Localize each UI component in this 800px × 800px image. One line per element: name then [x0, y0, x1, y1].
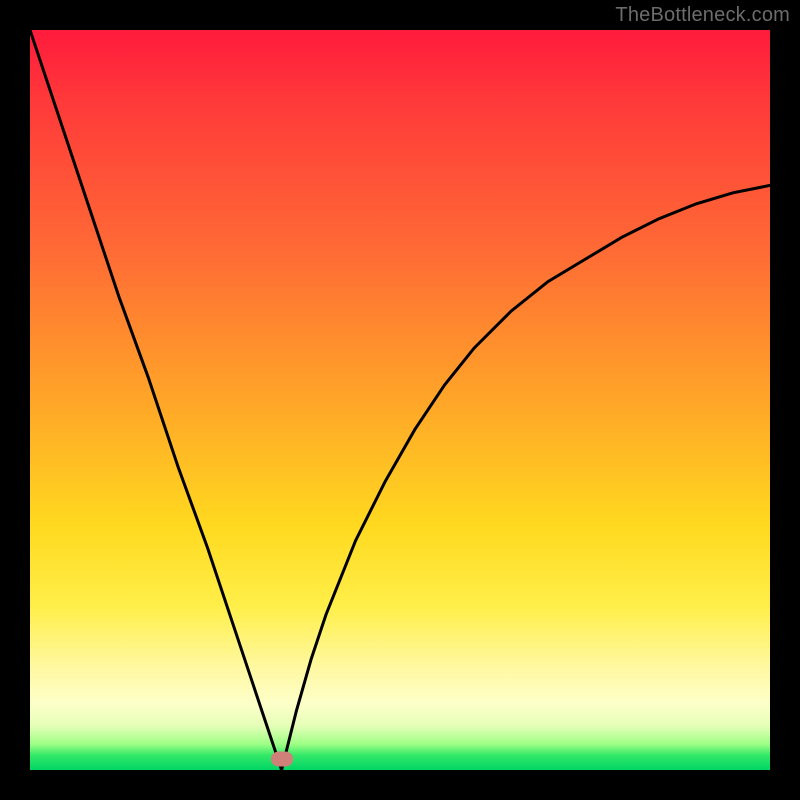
bottleneck-marker — [271, 751, 293, 766]
plot-area — [30, 30, 770, 770]
curve-right-branch — [282, 185, 770, 770]
curve-layer — [30, 30, 770, 770]
watermark-text: TheBottleneck.com — [615, 4, 790, 27]
curve-left-branch — [30, 30, 282, 770]
chart-frame: TheBottleneck.com — [0, 0, 800, 800]
